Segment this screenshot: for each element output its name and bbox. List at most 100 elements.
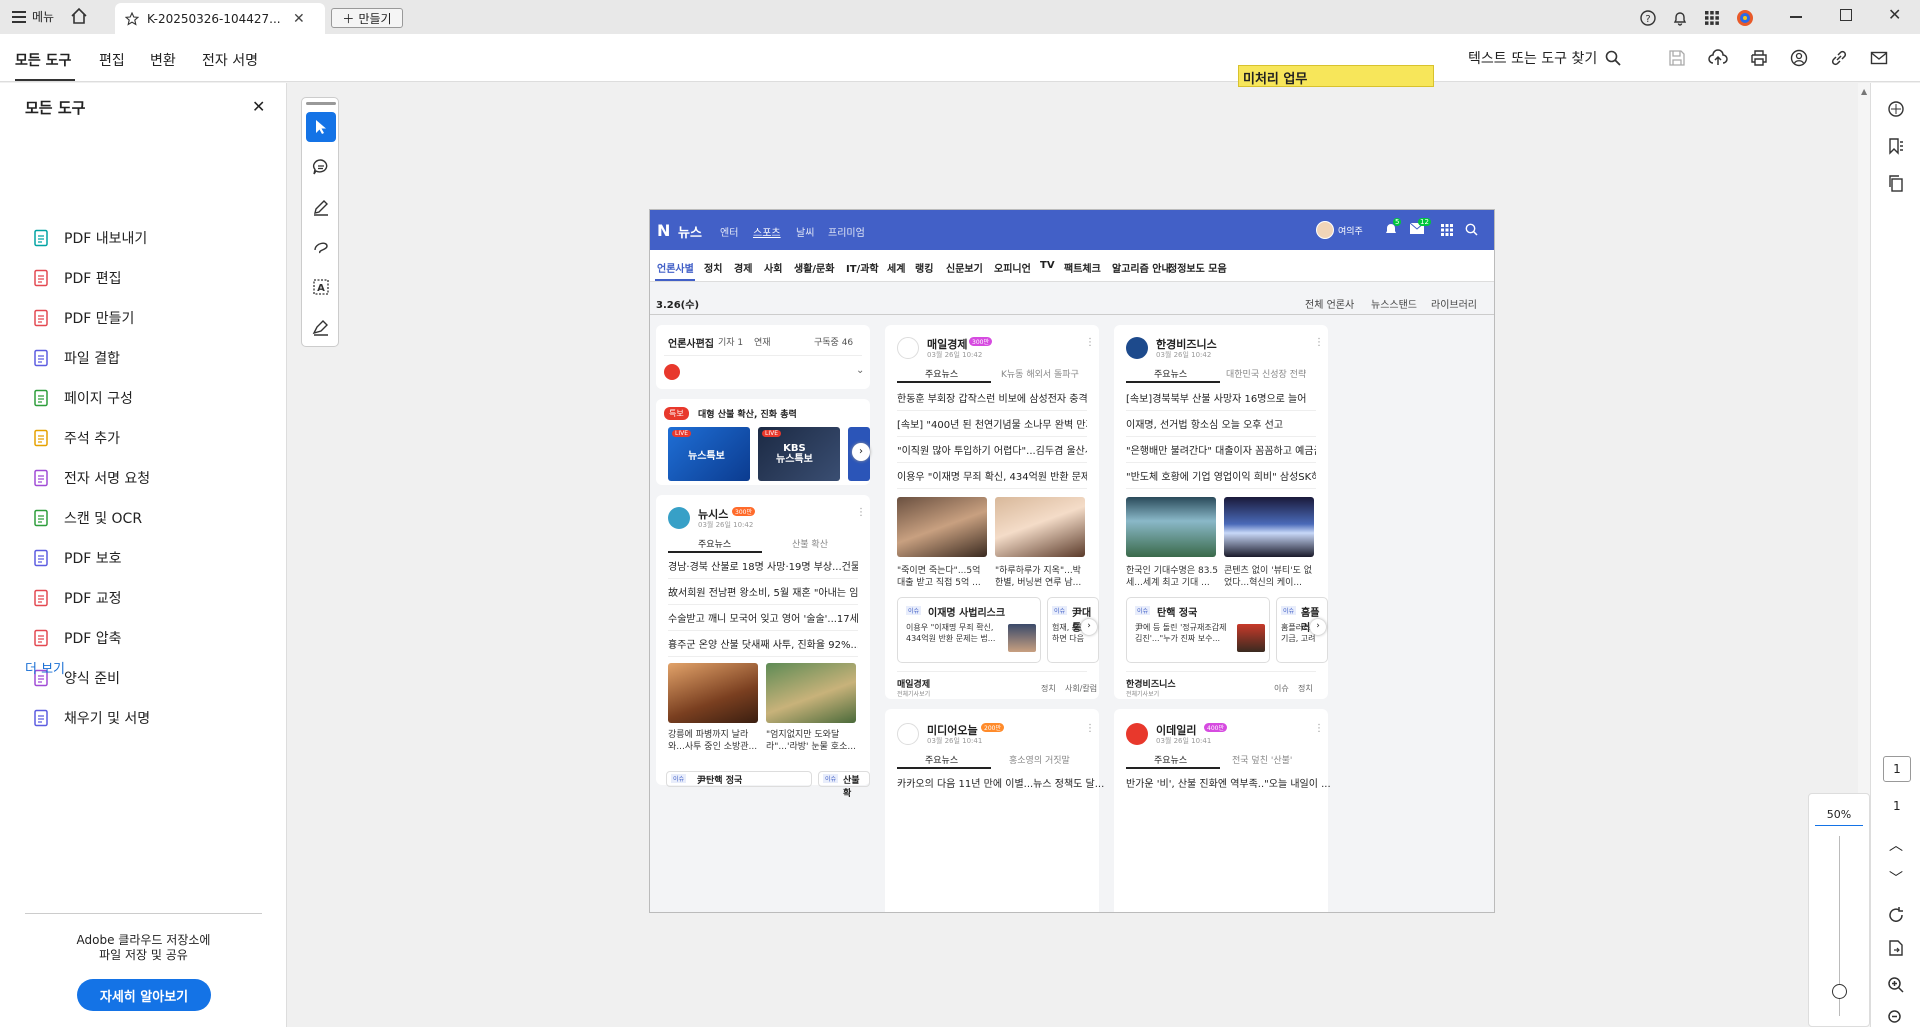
hankyung-logo[interactable] — [1126, 337, 1148, 359]
save-icon[interactable] — [1668, 49, 1686, 67]
edaily-tab-main[interactable]: 주요뉴스 — [1154, 753, 1187, 766]
issue-chip[interactable]: 이슈 산불 확 — [818, 771, 870, 799]
tool-item[interactable]: 스캔 및 OCR — [32, 503, 142, 533]
link-icon[interactable] — [1830, 49, 1848, 67]
extract-page-icon[interactable] — [1887, 939, 1905, 957]
all-articles-link[interactable]: 전체기사보기 — [897, 689, 930, 698]
issue-next-icon[interactable]: › — [1310, 619, 1326, 635]
news-photo-caption[interactable]: "엄지없지만 도와달라"...'라방' 눈물 호소... — [766, 729, 858, 753]
tool-item[interactable]: 페이지 구성 — [32, 383, 133, 413]
library-link[interactable]: 라이브러리 — [1431, 296, 1477, 311]
all-articles-link[interactable]: 전체기사보기 — [1126, 689, 1159, 698]
new-tab-button[interactable]: ＋ 만들기 — [331, 8, 403, 28]
maeil-tab-main[interactable]: 주요뉴스 — [925, 367, 958, 380]
sign-tool-icon[interactable] — [306, 312, 336, 342]
naver-search-icon[interactable] — [1465, 223, 1478, 236]
star-icon[interactable] — [125, 11, 139, 26]
text-box-tool-icon[interactable]: A — [306, 272, 336, 302]
nav-item[interactable]: 알고리즘 안내 — [1112, 260, 1171, 275]
headline[interactable]: 경남·경북 산불로 18명 사망·19명 부상...건물 20... — [668, 557, 858, 579]
news-photo-caption[interactable]: "죽이면 죽는다"...5억 대출 받고 직접 5억 ... — [897, 565, 989, 589]
headline[interactable]: 카카오의 다음 11년 만에 이별...뉴스 정책도 달... — [897, 775, 1104, 790]
sticky-note[interactable]: 미처리 업무 — [1238, 65, 1434, 87]
headline[interactable]: 흉주군 온양 산불 닷새째 사투, 진화율 92%...인... — [668, 635, 858, 657]
top-link-entertain[interactable]: 엔터 — [720, 224, 738, 239]
next-page-icon[interactable]: ﹀ — [1889, 868, 1903, 888]
live-tile-2[interactable]: LIVE KBS 뉴스특보 — [758, 427, 840, 481]
footer-link[interactable]: 이슈 — [1274, 683, 1289, 694]
live-next-icon[interactable]: › — [852, 443, 870, 461]
maeil-logo[interactable] — [897, 337, 919, 359]
issue-card[interactable]: 이슈 이재명 사법리스크 이용우 "이재명 무죄 확신, 434억원 반환 문제… — [897, 597, 1041, 663]
expand-chevron-icon[interactable]: ⌄ — [856, 365, 864, 376]
nav-item[interactable]: 경제 — [734, 260, 752, 275]
nav-item[interactable]: 언론사별 — [657, 260, 694, 275]
subscribe-count[interactable]: 구독중 46 — [814, 335, 853, 348]
all-press-link[interactable]: 전체 언론사 — [1305, 296, 1354, 311]
mediaoneul-logo[interactable] — [897, 723, 919, 745]
select-tool-icon[interactable] — [306, 112, 336, 142]
cloud-upload-icon[interactable] — [1708, 49, 1728, 67]
copy-pages-icon[interactable] — [1887, 174, 1905, 192]
apps-grid-icon[interactable] — [1704, 10, 1720, 26]
nav-item[interactable]: 정치 — [704, 260, 722, 275]
hankyung-tab-main[interactable]: 주요뉴스 — [1154, 367, 1187, 380]
document-tab[interactable]: K-20250326-104427... ✕ — [115, 3, 325, 34]
nav-item[interactable]: IT/과학 — [846, 260, 879, 275]
nav-item[interactable]: 생활/문화 — [794, 260, 834, 275]
learn-more-button[interactable]: 자세히 알아보기 — [77, 979, 211, 1011]
news-photo-caption[interactable]: "하루하루가 지옥"...박 한별, 버닝썬 연루 남... — [995, 565, 1087, 589]
edaily-tab-2[interactable]: 전국 덮친 '산불' — [1232, 753, 1292, 766]
user-avatar[interactable] — [1316, 221, 1334, 239]
zoom-in-icon[interactable] — [1887, 976, 1905, 994]
news-photo[interactable] — [995, 497, 1085, 557]
live-tile-1[interactable]: LIVE 뉴스특보 — [668, 427, 750, 481]
news-photo[interactable] — [1224, 497, 1314, 557]
comment-tool-icon[interactable] — [306, 152, 336, 182]
help-icon[interactable]: ? — [1640, 10, 1656, 26]
news-photo[interactable] — [668, 663, 758, 723]
footer-link[interactable]: 정치 — [1298, 683, 1313, 694]
newsstand-link[interactable]: 뉴스스탠드 — [1371, 296, 1417, 311]
more-menu-icon[interactable]: ⋮ — [1314, 337, 1324, 348]
headline[interactable]: 이재명, 선거법 항소심 오늘 오후 선고 — [1126, 415, 1316, 437]
top-link-weather[interactable]: 날씨 — [796, 224, 814, 239]
menu-button[interactable]: 메뉴 — [12, 8, 54, 25]
more-tools-link[interactable]: 더 보기 — [25, 658, 65, 677]
drag-handle[interactable] — [306, 102, 336, 105]
hankyung-tab-growth[interactable]: 대한민국 신성장 전략 — [1226, 367, 1306, 380]
footer-link[interactable]: 정치 — [1041, 683, 1056, 694]
page-number-input[interactable]: 1 — [1883, 756, 1911, 782]
nav-item[interactable]: 사회 — [764, 260, 782, 275]
news-photo[interactable] — [897, 497, 987, 557]
headline[interactable]: "은행배만 불려간다" 대출이자 꼼꼼하고 예금금... — [1126, 441, 1316, 463]
minimize-icon[interactable] — [1790, 16, 1802, 18]
nav-item[interactable]: 신문보기 — [946, 260, 983, 275]
naver-news-logo[interactable]: 뉴스 — [678, 222, 702, 241]
headline[interactable]: [속보] "400년 된 천연기념물 소나무 완벽 만지... — [897, 415, 1087, 437]
news-photo[interactable] — [766, 663, 856, 723]
user-avatar-icon[interactable] — [1736, 9, 1754, 27]
previous-page-icon[interactable]: ︿ — [1889, 835, 1903, 855]
newsis-logo[interactable] — [668, 507, 690, 529]
zoom-out-icon[interactable] — [1887, 1009, 1905, 1027]
email-icon[interactable] — [1870, 49, 1888, 67]
menu-e-sign[interactable]: 전자 서명 — [202, 50, 258, 70]
share-user-icon[interactable] — [1790, 49, 1808, 67]
headline[interactable]: 수술받고 깨니 모국어 잊고 영어 '술술'...17세 ... — [668, 609, 858, 631]
mediaoneul-tab-main[interactable]: 주요뉴스 — [925, 753, 958, 766]
headline[interactable]: 이용우 "이재명 무죄 확신, 434억원 반환 문제는... — [897, 467, 1087, 489]
nav-item[interactable]: 세계 — [887, 260, 905, 275]
ai-assistant-icon[interactable] — [1887, 100, 1905, 118]
issue-card[interactable]: 이슈 탄핵 정국 尹에 등 돌린 '정규재조갑제 김진'..."누가 진짜 보수… — [1126, 597, 1270, 663]
naver-n-logo[interactable]: N — [657, 221, 670, 240]
news-photo[interactable] — [1126, 497, 1216, 557]
scroll-up-icon[interactable]: ▲ — [1861, 87, 1867, 96]
newsis-tab-fire[interactable]: 산불 확산 — [792, 537, 828, 550]
top-link-premium[interactable]: 프리미엄 — [828, 224, 865, 239]
headline[interactable]: [속보]경북북부 산불 사망자 16명으로 늘어 — [1126, 389, 1316, 411]
tool-item[interactable]: 파일 결합 — [32, 343, 120, 373]
mediaoneul-tab-2[interactable]: 홍소영의 거짓말 — [1009, 753, 1070, 766]
bell-icon[interactable] — [1672, 10, 1688, 26]
more-menu-icon[interactable]: ⋮ — [1085, 337, 1095, 348]
